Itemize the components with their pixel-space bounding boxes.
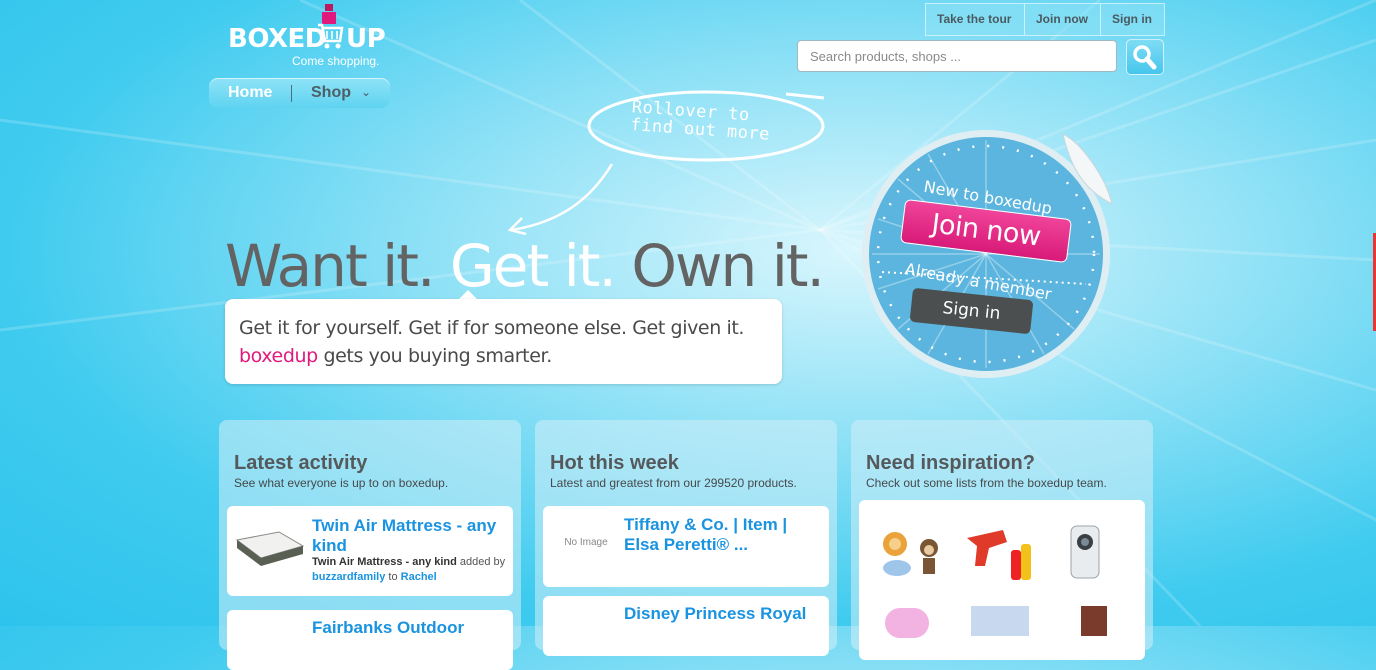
product-card[interactable]: No Image Tiffany & Co. | Item | Elsa Per… — [543, 506, 829, 587]
nav-home-link[interactable]: Home — [228, 84, 272, 102]
activity-meta-item: Twin Air Mattress - any kind — [312, 556, 457, 568]
camcorder-thumbnail[interactable] — [1065, 522, 1105, 582]
join-now-link[interactable]: Join now — [1036, 12, 1088, 26]
chevron-down-icon[interactable]: ⌄ — [361, 85, 371, 99]
logo-text-boxed: BOXED — [228, 24, 326, 54]
activity-user-link[interactable]: buzzardfamily — [312, 571, 385, 583]
hero-line-1: Get it for yourself. Get if for someone … — [239, 317, 745, 339]
person-thumbnail[interactable] — [1081, 606, 1107, 636]
headline-part-own: Own it. — [614, 232, 825, 300]
hero-line-2-rest: gets you buying smarter. — [317, 345, 552, 367]
hero-tagline-box: Get it for yourself. Get if for someone … — [225, 299, 782, 384]
nav-divider — [291, 85, 292, 102]
search-icon — [1133, 45, 1157, 70]
activity-meta-to: to — [385, 571, 401, 583]
activity-recipient-link[interactable]: Rachel — [401, 571, 437, 583]
toy-animals-thumbnail[interactable] — [875, 522, 947, 582]
activity-item-meta: Twin Air Mattress - any kind added by bu… — [312, 555, 507, 585]
hot-this-week-panel: Hot this week Latest and greatest from o… — [535, 420, 837, 656]
logo-tagline: Come shopping. — [292, 54, 380, 68]
main-nav: Home Shop ⌄ — [209, 78, 390, 108]
cart-icon — [318, 4, 344, 49]
top-links-divider — [1100, 4, 1101, 35]
room-thumbnail[interactable] — [971, 606, 1029, 636]
panel-subtitle: Check out some lists from the boxedup te… — [866, 476, 1107, 490]
pink-flowers-thumbnail[interactable] — [885, 608, 929, 638]
activity-card[interactable]: Fairbanks Outdoor — [227, 610, 513, 670]
top-links-divider — [1024, 4, 1025, 35]
panel-subtitle: See what everyone is up to on boxedup. — [234, 476, 449, 490]
hero-line-2: boxedup gets you buying smarter. — [239, 345, 552, 367]
panel-title: Hot this week — [550, 452, 679, 474]
sign-in-link[interactable]: Sign in — [1112, 12, 1152, 26]
nav-shop-menu[interactable]: Shop — [311, 84, 351, 102]
ketchup-gun-thumbnail[interactable] — [963, 522, 1035, 584]
panel-title: Latest activity — [234, 452, 368, 474]
product-title[interactable]: Tiffany & Co. | Item | Elsa Peretti® ... — [624, 515, 819, 555]
inspiration-grid — [859, 500, 1145, 660]
take-the-tour-link[interactable]: Take the tour — [937, 12, 1011, 26]
hero-headline: Want it. Get it. Own it. — [225, 232, 825, 300]
brand-name: boxedup — [239, 345, 318, 367]
site-logo[interactable]: BOXED UP Come shopping. — [228, 4, 388, 74]
panel-title: Need inspiration? — [866, 452, 1035, 474]
latest-activity-panel: Latest activity See what everyone is up … — [219, 420, 521, 670]
logo-text-up: UP — [346, 24, 386, 54]
product-title[interactable]: Disney Princess Royal — [624, 604, 824, 624]
need-inspiration-panel: Need inspiration? Check out some lists f… — [851, 420, 1153, 660]
arrow-down-left-icon — [507, 163, 614, 236]
activity-meta-added: added by — [456, 556, 506, 568]
headline-part-want: Want it. — [225, 232, 435, 300]
mattress-image — [235, 531, 305, 566]
activity-item-title[interactable]: Twin Air Mattress - any kind — [312, 516, 507, 556]
search-button[interactable] — [1126, 39, 1164, 75]
activity-item-title[interactable]: Fairbanks Outdoor — [312, 618, 464, 638]
no-image-placeholder: No Image — [564, 537, 608, 548]
search-input[interactable] — [797, 40, 1117, 72]
top-links-bar: Take the tour Join now Sign in — [925, 3, 1165, 36]
activity-card[interactable]: Twin Air Mattress - any kind Twin Air Ma… — [227, 506, 513, 596]
product-card[interactable]: Disney Princess Royal — [543, 596, 829, 656]
panel-subtitle: Latest and greatest from our 299520 prod… — [550, 476, 797, 490]
